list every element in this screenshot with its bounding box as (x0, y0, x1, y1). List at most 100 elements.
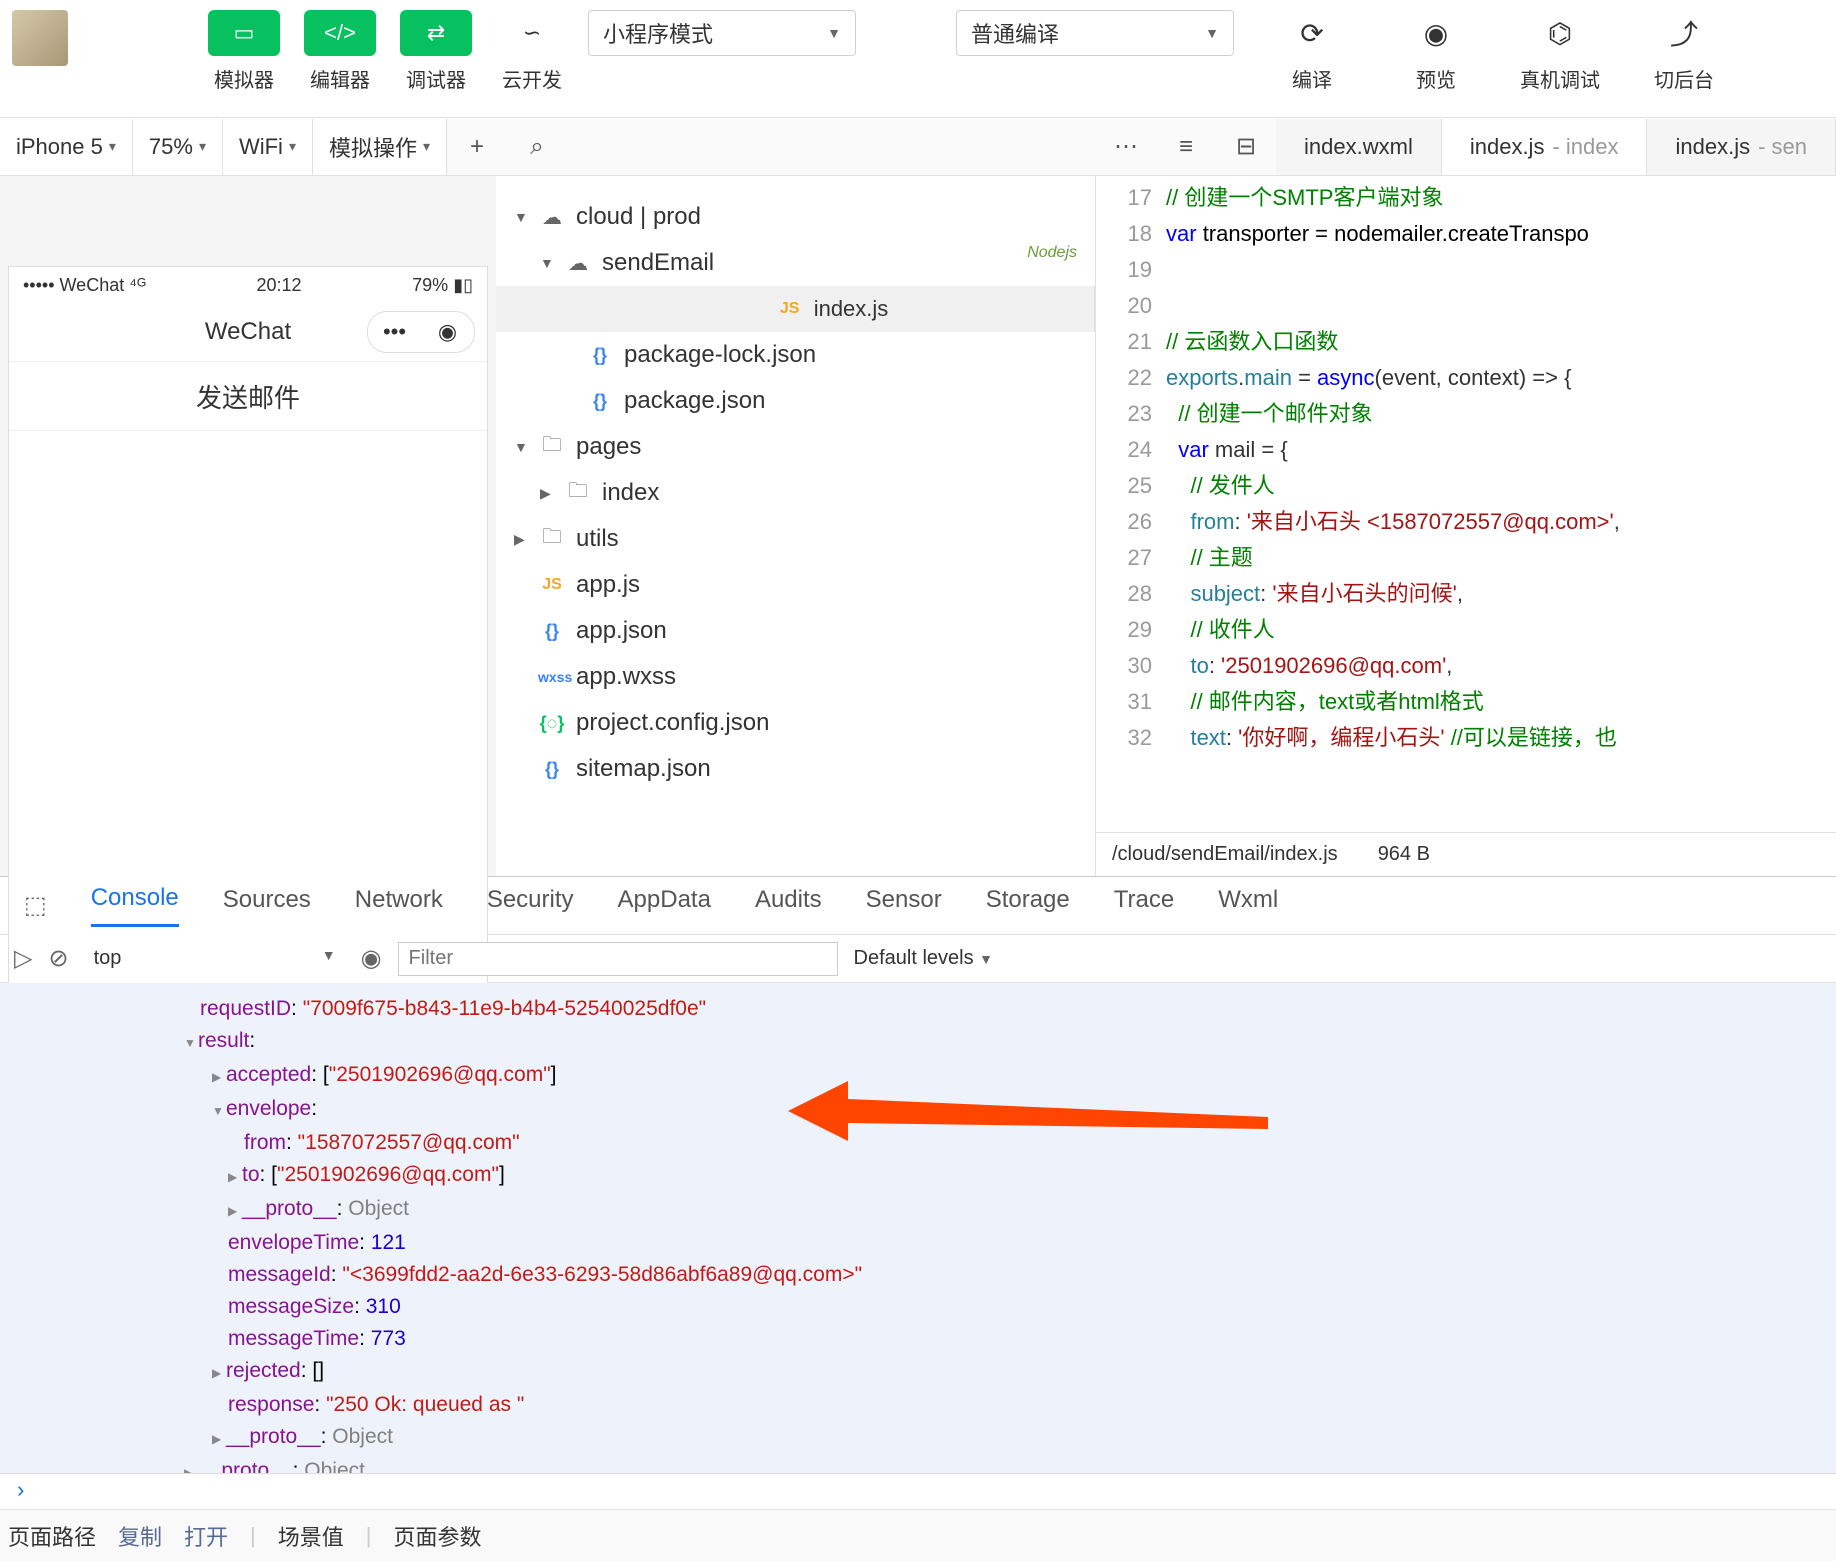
chevron-down-icon: ▾ (423, 138, 430, 155)
add-tab-button[interactable]: + (447, 119, 507, 175)
editor-button[interactable]: </> 编辑器 (296, 10, 384, 93)
json-icon: {} (538, 759, 566, 780)
simulator-button[interactable]: ▭模拟器 (200, 10, 288, 93)
tab-storage[interactable]: Storage (986, 886, 1070, 926)
code-icon: </> (304, 10, 376, 56)
mock-select[interactable]: 模拟操作▾ (313, 119, 447, 175)
tree-item-index[interactable]: ▶🗀index (496, 470, 1095, 516)
eye-icon[interactable]: ◉ (361, 944, 382, 973)
tab-security[interactable]: Security (487, 886, 574, 926)
compile-select-label: 普通编译 (971, 17, 1059, 49)
console-prompt[interactable]: › (0, 1473, 1836, 1509)
tree-item-utils[interactable]: ▶🗀utils (496, 516, 1095, 562)
copy-link[interactable]: 复制 (118, 1520, 162, 1552)
nodejs-badge: Nodejs (1027, 244, 1077, 262)
mode-select[interactable]: 小程序模式▼ (588, 10, 856, 56)
more-button[interactable]: ⋯ (1096, 119, 1156, 175)
status-footer: 页面路径 复制 打开 | 场景值 | 页面参数 (0, 1509, 1836, 1561)
search-icon: ⌕ (530, 133, 543, 161)
tree-item-indexjs[interactable]: JSindex.js (496, 286, 1095, 332)
send-email-button[interactable]: 发送邮件 (9, 361, 487, 431)
layout-button-2[interactable]: ⊟ (1216, 119, 1276, 175)
folder-icon: 🗀 (538, 430, 566, 464)
chevron-down-icon: ▼ (979, 951, 993, 967)
phone-nav: WeChat •••◉ (9, 303, 487, 361)
phone-icon: ▭ (208, 10, 280, 56)
code-lines[interactable]: // 创建一个SMTP客户端对象var transporter = nodema… (1166, 176, 1836, 832)
tab-trace[interactable]: Trace (1114, 886, 1174, 926)
params-label: 页面参数 (394, 1520, 482, 1552)
preview-button[interactable]: ◉预览 (1374, 10, 1498, 93)
file-tree: Nodejs ▼☁cloud | prod ▼☁sendEmail JSinde… (496, 176, 1096, 876)
tree-item-projcfg[interactable]: {◌}project.config.json (496, 700, 1095, 746)
clear-icon[interactable]: ⊘ (48, 944, 68, 973)
remote-debug-button[interactable]: ⌬ 真机调试 (1498, 10, 1622, 93)
chevron-down-icon: ▾ (199, 138, 206, 155)
tree-item-sendemail[interactable]: ▼☁sendEmail (496, 240, 1095, 286)
settings-icon: ⇄ (400, 10, 472, 56)
compile-select[interactable]: 普通编译 ▼ (956, 10, 1234, 56)
compile-button[interactable]: ⟳编译 (1250, 10, 1374, 93)
bug-icon: ⌬ (1530, 10, 1590, 56)
tree-item-appjs[interactable]: JSapp.js (496, 562, 1095, 608)
tab-appdata[interactable]: AppData (618, 886, 711, 926)
file-path: /cloud/sendEmail/index.js (1112, 843, 1338, 866)
tab-audits[interactable]: Audits (755, 886, 822, 926)
code-editor[interactable]: 17181920212223242526272829303132 // 创建一个… (1096, 176, 1836, 876)
file-tab-1[interactable]: index.js- index (1442, 119, 1648, 175)
more-icon: ⋯ (1114, 132, 1138, 161)
inspect-icon[interactable]: ⬚ (24, 891, 47, 920)
tab-console[interactable]: Console (91, 884, 179, 927)
debugger-button[interactable]: ⇄ 调试器 (392, 10, 480, 93)
chevron-down-icon: ▾ (289, 138, 296, 155)
levels-select[interactable]: Default levels ▼ (854, 947, 993, 970)
tab-wxml[interactable]: Wxml (1218, 886, 1278, 926)
simulator-panel: ••••• WeChat ⁴ᴳ 20:12 79% ▮▯ WeChat •••◉… (0, 176, 496, 876)
tab-sensor[interactable]: Sensor (866, 886, 942, 926)
device-select[interactable]: iPhone 5▾ (0, 119, 133, 175)
tree-item-pages[interactable]: ▼🗀pages (496, 424, 1095, 470)
cloud-label: 云开发 (502, 64, 562, 93)
debugger-label: 调试器 (406, 64, 466, 93)
wxss-icon: wxss (538, 669, 566, 685)
nav-title: WeChat (205, 318, 291, 346)
tree-item-cloud[interactable]: ▼☁cloud | prod (496, 194, 1095, 240)
search-button[interactable]: ⌕ (507, 119, 567, 175)
compile-label: 编译 (1292, 64, 1332, 93)
layout-icon: ⊟ (1236, 132, 1256, 161)
carrier-label: ••••• WeChat ⁴ᴳ (23, 275, 146, 296)
json-icon: {} (586, 345, 614, 366)
editor-status-bar: /cloud/sendEmail/index.js 964 B (1096, 832, 1836, 876)
tab-network[interactable]: Network (355, 886, 443, 926)
file-tab-0[interactable]: index.wxml (1276, 119, 1442, 175)
scene-label: 场景值 (278, 1520, 344, 1552)
open-link[interactable]: 打开 (184, 1520, 228, 1552)
filter-input[interactable] (398, 942, 838, 976)
tree-item-pkg[interactable]: {}package.json (496, 378, 1095, 424)
tree-item-pkglock[interactable]: {}package-lock.json (496, 332, 1095, 378)
battery-label: 79% ▮▯ (412, 275, 473, 296)
tab-sources[interactable]: Sources (223, 886, 311, 926)
json-icon: {} (538, 621, 566, 642)
chevron-down-icon: ▼ (1205, 25, 1219, 41)
context-select[interactable]: top▼ (85, 942, 345, 975)
network-select[interactable]: WiFi▾ (223, 119, 313, 175)
zoom-select[interactable]: 75%▾ (133, 119, 223, 175)
route-label: 页面路径 (8, 1520, 96, 1552)
tree-item-appwxss[interactable]: wxssapp.wxss (496, 654, 1095, 700)
remote-label: 真机调试 (1520, 64, 1600, 93)
config-icon: {◌} (538, 713, 566, 734)
tree-item-appjson[interactable]: {}app.json (496, 608, 1095, 654)
preview-label: 预览 (1416, 64, 1456, 93)
cloud-folder-icon: ☁ (538, 205, 566, 230)
file-tab-2[interactable]: index.js- sen (1647, 119, 1836, 175)
cloud-button[interactable]: ∽云开发 (488, 10, 576, 93)
background-button[interactable]: ⤴切后台 (1622, 10, 1746, 93)
play-icon[interactable]: ▷ (14, 944, 32, 973)
layout-button-1[interactable]: ≡ (1156, 119, 1216, 175)
capsule-button[interactable]: •••◉ (367, 311, 475, 353)
editor-label: 编辑器 (310, 64, 370, 93)
tree-item-sitemap[interactable]: {}sitemap.json (496, 746, 1095, 792)
console-output[interactable]: requestID: "7009f675-b843-11e9-b4b4-5254… (0, 983, 1836, 1473)
close-icon: ◉ (421, 319, 474, 345)
